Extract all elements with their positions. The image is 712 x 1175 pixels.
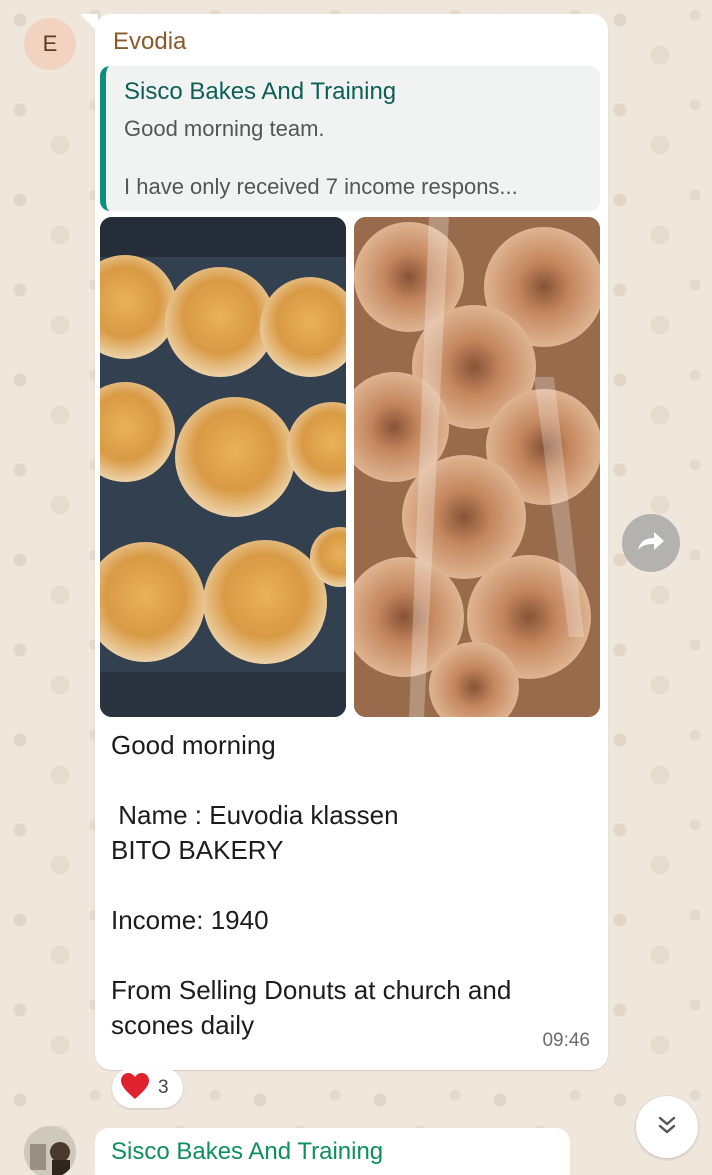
quoted-author: Sisco Bakes And Training [124, 78, 397, 105]
quoted-text-line1: Good morning team. [124, 116, 325, 141]
heart-icon [120, 1072, 150, 1105]
next-sender-name[interactable]: Sisco Bakes And Training [111, 1138, 383, 1166]
message-line [111, 938, 591, 973]
message-line: scones daily [111, 1010, 255, 1040]
message-line: From Selling Donuts at church and [111, 975, 512, 1005]
message-line: Good morning [111, 730, 276, 760]
message-line: Name : Euvodia klassen [111, 800, 399, 830]
forward-button[interactable] [622, 514, 680, 572]
next-message-bubble[interactable]: Sisco Bakes And Training [95, 1128, 570, 1175]
message-bubble[interactable]: Evodia Sisco Bakes And Training Good mor… [95, 14, 608, 1070]
quoted-text-line2: I have only received 7 income respons... [124, 174, 518, 199]
scones-illustration [100, 217, 346, 717]
sender-avatar[interactable]: E [24, 18, 76, 70]
message-timestamp: 09:46 [542, 1030, 590, 1051]
donuts-photo[interactable] [354, 217, 600, 717]
sender-name[interactable]: Evodia [113, 28, 186, 56]
avatar-letter: E [42, 31, 58, 56]
scroll-to-bottom-button[interactable] [636, 1096, 698, 1158]
reaction-badge[interactable]: 3 [112, 1068, 183, 1108]
forward-arrow-icon [636, 530, 666, 557]
reaction-count: 3 [158, 1077, 169, 1098]
quoted-message[interactable]: Sisco Bakes And Training Good morning te… [100, 66, 600, 211]
group-avatar-image [24, 1126, 76, 1175]
message-text: Good morning Name : Euvodia klassen BITO… [111, 728, 591, 1043]
message-line [111, 868, 591, 903]
scones-photo[interactable] [100, 217, 346, 717]
next-sender-avatar[interactable] [24, 1126, 76, 1175]
donuts-illustration [354, 217, 600, 717]
message-line: Income: 1940 [111, 905, 269, 935]
message-line [111, 763, 591, 798]
double-chevron-down-icon [655, 1113, 679, 1142]
message-line: BITO BAKERY [111, 835, 284, 865]
